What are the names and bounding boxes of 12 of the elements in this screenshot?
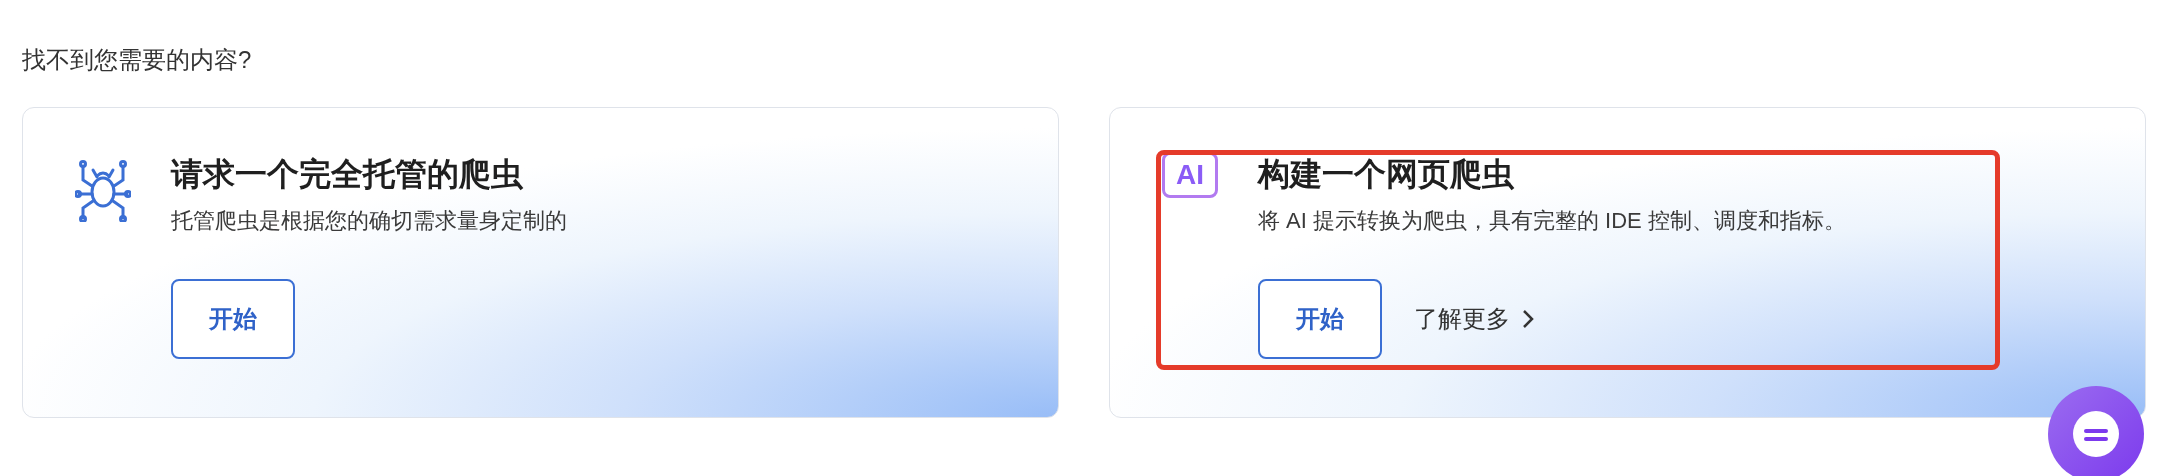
chevron-right-icon xyxy=(1522,309,1534,329)
chat-icon xyxy=(2071,409,2121,459)
card-description: 托管爬虫是根据您的确切需求量身定制的 xyxy=(171,207,567,235)
section-heading: 找不到您需要的内容? xyxy=(22,45,253,75)
learn-more-link[interactable]: 了解更多 xyxy=(1414,301,1534,337)
spider-icon xyxy=(75,158,131,222)
card-description: 将 AI 提示转换为爬虫，具有完整的 IDE 控制、调度和指标。 xyxy=(1258,207,1846,235)
start-button[interactable]: 开始 xyxy=(1258,279,1382,359)
start-button[interactable]: 开始 xyxy=(171,279,295,359)
ai-icon: AI xyxy=(1162,152,1218,198)
card-title: 请求一个完全托管的爬虫 xyxy=(171,155,524,194)
card-title: 构建一个网页爬虫 xyxy=(1258,155,1515,194)
